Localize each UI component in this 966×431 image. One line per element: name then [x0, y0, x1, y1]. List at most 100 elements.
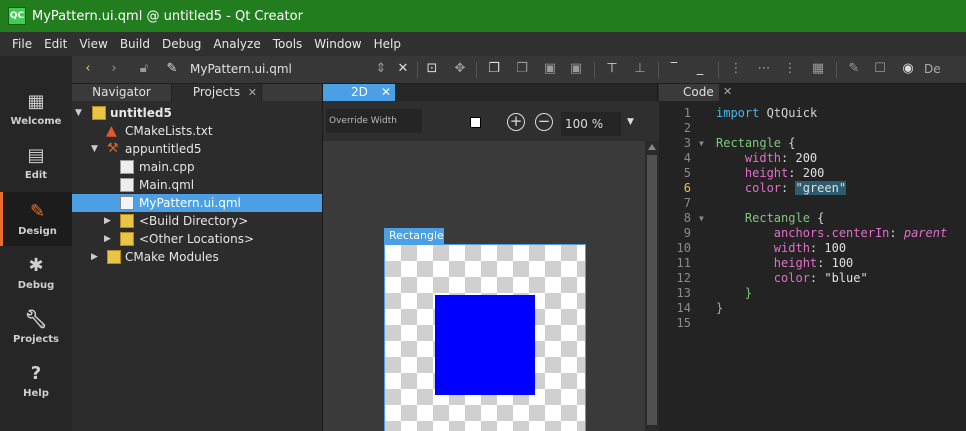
tab-projects[interactable]: Projects ✕ — [172, 84, 262, 101]
collapsed-arrow-icon[interactable]: ▶ — [104, 212, 111, 230]
distribute-icon[interactable]: ⋮ — [728, 61, 744, 77]
inner-rectangle[interactable] — [435, 295, 535, 395]
fold-arrow-icon[interactable]: ▼ — [699, 136, 704, 151]
tree-item-appuntitled5[interactable]: ▼ ⚒ appuntitled5 — [72, 140, 322, 158]
menu-build[interactable]: Build — [120, 37, 150, 51]
code-line: 13 } — [659, 286, 966, 301]
mode-debug[interactable]: ✱ Debug — [0, 246, 72, 300]
background-color-icon[interactable] — [470, 117, 481, 128]
file-dropdown-icon[interactable]: ⇕ — [373, 61, 389, 77]
back-icon[interactable]: ‹ — [80, 61, 96, 77]
collapsed-arrow-icon[interactable]: ▶ — [104, 230, 111, 248]
mode-projects[interactable]: 🔧︎ Projects — [0, 300, 72, 354]
code-editor[interactable]: 1 import QtQuick 2 3 ▼ Rectangle { 4 width:… — [659, 106, 966, 431]
document-icon: ▤ — [27, 144, 45, 166]
tree-item-mypattern[interactable]: MyPattern.ui.qml — [72, 194, 322, 212]
mode-welcome-label: Welcome — [10, 115, 62, 127]
tree-item-main-qml[interactable]: Main.qml — [72, 176, 322, 194]
run-icon[interactable]: ◉ — [900, 61, 916, 77]
tree-label: <Other Locations> — [139, 232, 255, 246]
folder-icon — [107, 250, 121, 264]
align-right-icon[interactable]: _ — [692, 61, 708, 77]
mode-help[interactable]: ? Help — [0, 354, 72, 408]
toolbar-overflow[interactable]: De — [924, 62, 941, 76]
override-width-field[interactable]: Override Width — [326, 109, 422, 133]
mode-welcome[interactable]: ▦ Welcome — [0, 82, 72, 136]
menu-debug[interactable]: Debug — [162, 37, 201, 51]
zoom-in-icon[interactable]: + — [507, 113, 525, 131]
project-folder-icon — [92, 106, 106, 120]
chevron-down-icon[interactable]: ▼ — [627, 117, 634, 127]
mode-design-label: Design — [18, 225, 57, 237]
code-line: 9 anchors.centerIn: parent — [659, 226, 966, 241]
paste-icon[interactable]: ❐ — [514, 61, 530, 77]
align-bottom-icon[interactable]: ⊥ — [632, 61, 648, 77]
design-panel: 2D ✕ Override Width + − 100 % ▼ Rectangl… — [322, 84, 659, 431]
tree-item-cmake-modules[interactable]: ▶ CMake Modules — [72, 248, 322, 266]
mode-edit-label: Edit — [24, 169, 48, 181]
folder-icon — [120, 214, 134, 228]
window-icon[interactable]: ☐ — [872, 61, 888, 77]
tab-navigator[interactable]: Navigator — [72, 84, 172, 101]
canvas-scrollbar[interactable] — [645, 141, 659, 431]
expanded-arrow-icon[interactable]: ▼ — [75, 104, 82, 122]
collapsed-arrow-icon[interactable]: ▶ — [91, 248, 98, 266]
tree-item-cmakelists[interactable]: ▲ CMakeLists.txt — [72, 122, 322, 140]
move-icon[interactable]: ✥ — [452, 61, 468, 77]
menu-analyze[interactable]: Analyze — [213, 37, 260, 51]
close-icon[interactable]: ✕ — [381, 84, 391, 101]
grid-icon: ▦ — [27, 90, 45, 112]
tree-item-other-locations[interactable]: ▶ <Other Locations> — [72, 230, 322, 248]
forward-icon[interactable]: › — [106, 61, 122, 77]
menu-edit[interactable]: Edit — [44, 37, 67, 51]
tab-code[interactable]: Code — [659, 84, 719, 101]
code-line: 11 height: 100 — [659, 256, 966, 271]
selected-item-label[interactable]: Rectangle — [384, 228, 444, 244]
fold-arrow-icon[interactable]: ▼ — [699, 211, 704, 226]
tree-item-untitled5[interactable]: ▼ untitled5 — [72, 104, 322, 122]
code-text: color: "green" — [744, 181, 847, 195]
tree-label: MyPattern.ui.qml — [139, 196, 241, 210]
row-icon[interactable]: ⋮ — [782, 61, 798, 77]
lock-icon[interactable]: 🔓︎ — [136, 61, 152, 77]
folder-icon — [120, 232, 134, 246]
close-icon[interactable]: ✕ — [723, 85, 732, 98]
mode-edit[interactable]: ▤ Edit — [0, 136, 72, 190]
tree-label: untitled5 — [110, 106, 172, 120]
zoom-out-icon[interactable]: − — [535, 113, 553, 131]
outer-rectangle[interactable] — [384, 244, 586, 431]
menu-view[interactable]: View — [79, 37, 107, 51]
menu-file[interactable]: File — [12, 37, 32, 51]
project-tree: ▼ untitled5 ▲ CMakeLists.txt ▼ ⚒ appunti… — [72, 101, 322, 431]
grid-layout-icon[interactable]: ▦ — [810, 61, 826, 77]
tab-2d[interactable]: 2D ✕ — [323, 84, 395, 101]
mode-design[interactable]: ✎ Design — [0, 192, 72, 246]
hammer-icon: ⚒ — [107, 141, 119, 156]
expanded-arrow-icon[interactable]: ▼ — [91, 140, 98, 158]
ui-file-icon — [120, 196, 134, 210]
close-file-icon[interactable]: ✕ — [395, 61, 411, 77]
current-file[interactable]: MyPattern.ui.qml — [190, 62, 292, 76]
scroll-up-icon[interactable] — [648, 144, 656, 150]
code-line: 1 import QtQuick — [659, 106, 966, 121]
close-icon[interactable]: ✕ — [248, 84, 257, 101]
menu-help[interactable]: Help — [374, 37, 401, 51]
zoom-level-select[interactable]: 100 % — [561, 112, 621, 136]
code-line: 10 width: 100 — [659, 241, 966, 256]
tree-item-main-cpp[interactable]: main.cpp — [72, 158, 322, 176]
code-text: height: 100 — [773, 256, 854, 270]
edit-icon[interactable]: ✎ — [846, 61, 862, 77]
menu-tools[interactable]: Tools — [273, 37, 303, 51]
tree-item-build-directory[interactable]: ▶ <Build Directory> — [72, 212, 322, 230]
layout2-icon[interactable]: ▣ — [568, 61, 584, 77]
canvas-area[interactable]: Rectangle — [323, 141, 645, 431]
qt-creator-logo: QC — [8, 7, 26, 25]
layout-icon[interactable]: ▣ — [542, 61, 558, 77]
copy-icon[interactable]: ❐ — [486, 61, 502, 77]
align-top-icon[interactable]: ⊤ — [604, 61, 620, 77]
column-icon[interactable]: ⋯ — [756, 61, 772, 77]
scrollbar-thumb[interactable] — [647, 155, 657, 425]
menu-window[interactable]: Window — [314, 37, 361, 51]
align-left-icon[interactable]: ‾ — [666, 61, 682, 77]
fit-icon[interactable]: ⊡ — [424, 61, 440, 77]
